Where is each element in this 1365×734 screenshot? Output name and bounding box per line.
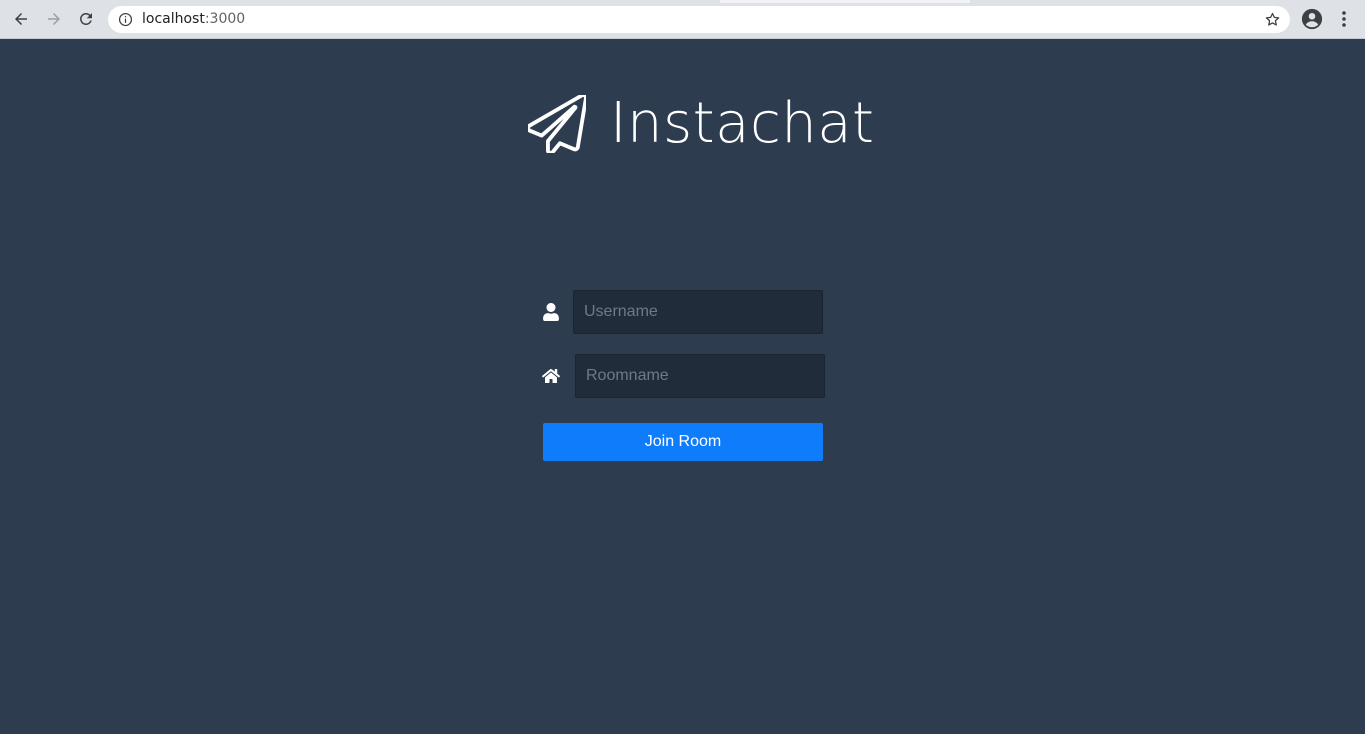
back-button[interactable]: [9, 7, 33, 31]
roomname-row: [540, 354, 825, 398]
url-text: localhost:3000: [142, 11, 245, 27]
reload-icon: [80, 13, 92, 25]
page-content: Instachat Join Room: [0, 40, 1365, 734]
reload-button[interactable]: [74, 7, 98, 31]
join-room-button[interactable]: Join Room: [543, 423, 823, 461]
arrow-right-icon: [48, 13, 60, 25]
roomname-input[interactable]: [575, 354, 825, 398]
brand-header: Instachat: [528, 94, 875, 154]
arrow-left-icon: [15, 13, 27, 25]
bookmark-star-icon[interactable]: [1264, 11, 1281, 28]
username-input[interactable]: [573, 290, 823, 334]
url-port: :3000: [204, 11, 246, 27]
username-row: [540, 290, 823, 334]
info-icon[interactable]: [118, 12, 133, 27]
paper-plane-icon: [528, 95, 586, 153]
browser-toolbar: localhost:3000: [0, 0, 1365, 39]
browser-menu-icon[interactable]: [1336, 9, 1352, 29]
profile-avatar-icon[interactable]: [1301, 8, 1323, 30]
address-bar[interactable]: localhost:3000: [108, 6, 1290, 33]
app-title: Instachat: [610, 91, 875, 156]
forward-button[interactable]: [42, 7, 66, 31]
url-host: localhost: [142, 11, 205, 27]
active-tab-indicator: [720, 0, 970, 3]
user-icon: [540, 301, 562, 323]
home-icon: [540, 365, 562, 387]
